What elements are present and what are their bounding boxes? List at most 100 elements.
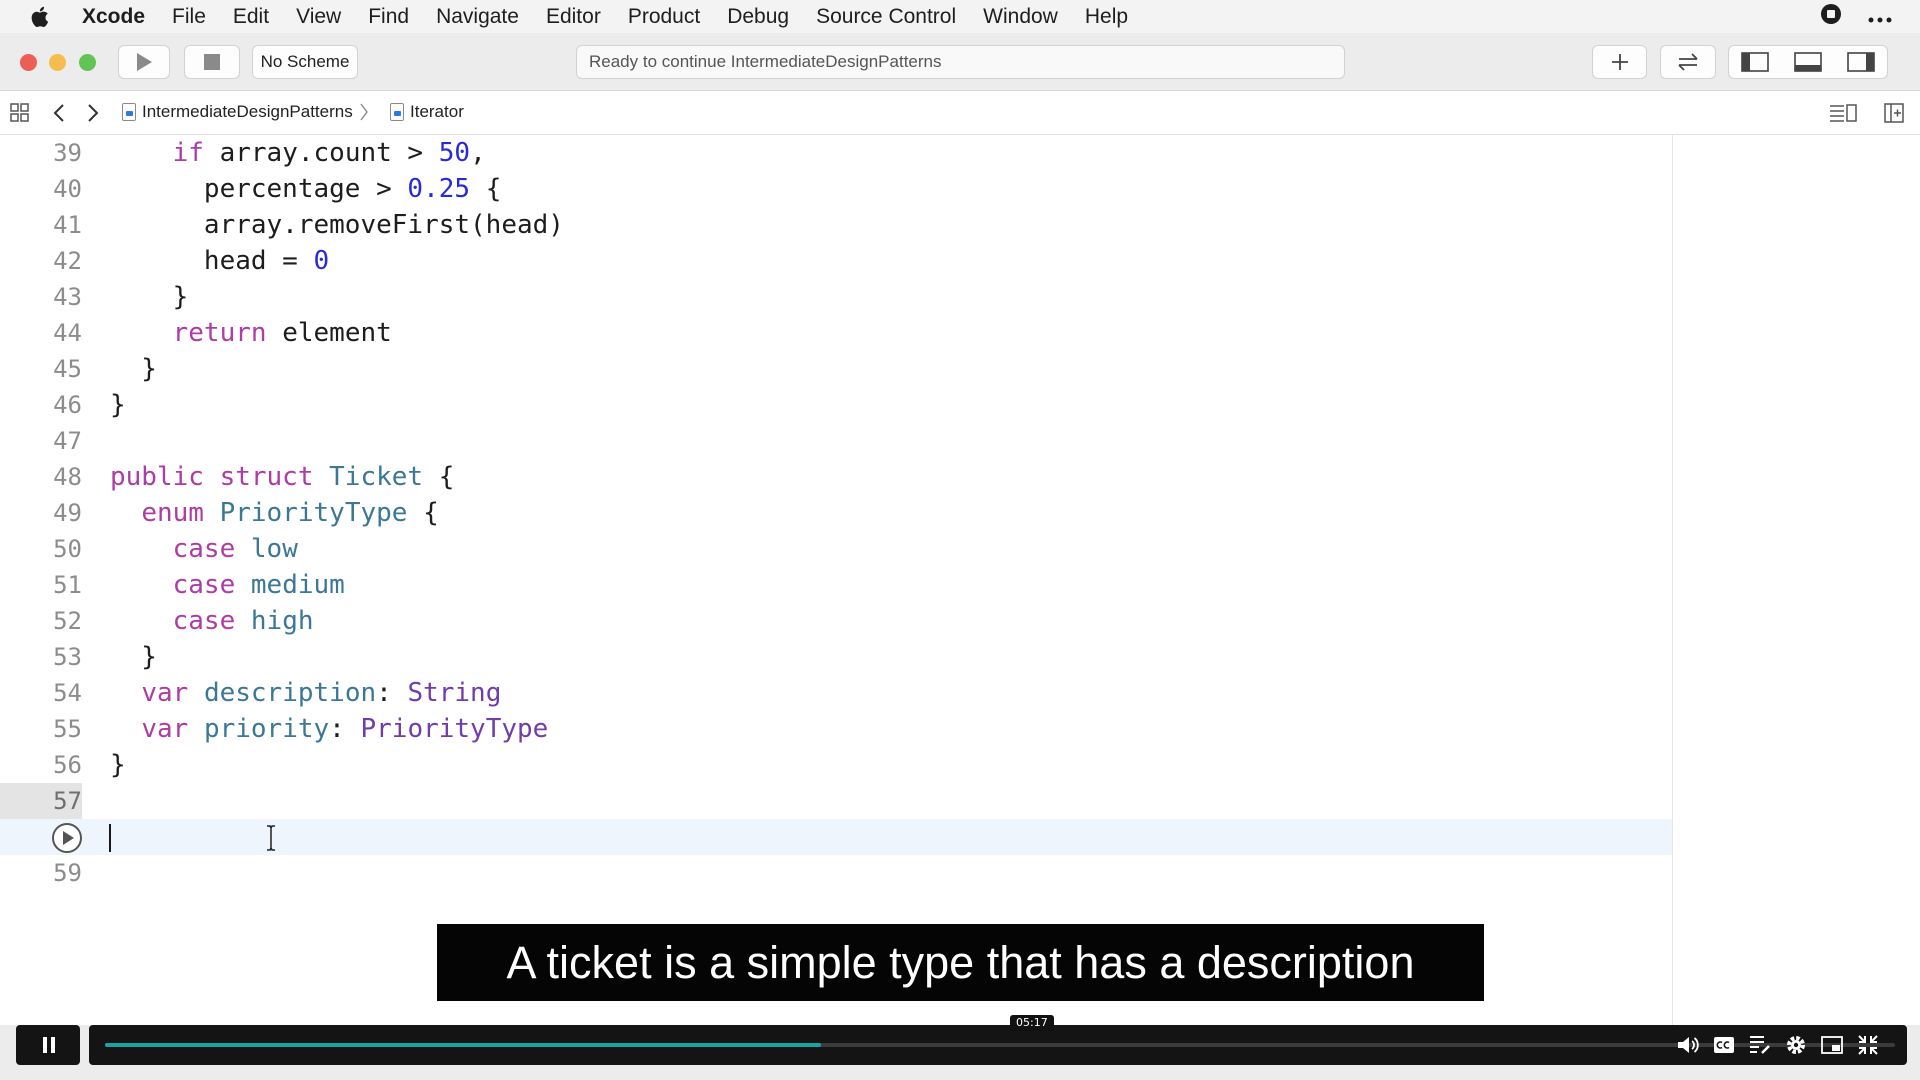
code-text: public struct Ticket { [110,462,455,492]
navigator-toggle-icon[interactable] [1741,52,1770,72]
video-controls: 05:17 [0,1015,1920,1080]
line-number: 45 [53,355,82,383]
breadcrumb-file[interactable]: Iterator [390,102,464,122]
code-review-button[interactable] [1660,45,1716,79]
jump-bar: IntermediateDesignPatterns Iterator [0,91,1920,135]
code-text: } [110,354,157,384]
swift-file-icon [122,103,136,121]
code-line: 53 } [0,639,1672,675]
line-number: 44 [53,319,82,347]
code-line: 52 case high [0,603,1672,639]
code-text: head = 0 [110,246,330,276]
minimap[interactable] [1672,135,1920,1025]
closed-captions-icon[interactable] [1713,1034,1735,1056]
line-number: 39 [53,139,82,167]
code-line: 54 var description: String [0,675,1672,711]
close-window-button[interactable] [20,54,37,71]
editor-options-icon[interactable] [1829,103,1857,128]
forward-chevron-icon[interactable] [86,103,100,128]
code-line: 47 [0,423,1672,459]
breadcrumb-separator-icon [360,103,368,121]
add-editor-icon[interactable] [1884,103,1904,128]
code-text: case high [172,606,314,636]
apple-menu-icon[interactable] [0,6,82,28]
progress-bar[interactable]: 05:17 [89,1015,1907,1065]
panel-toggle-group [1728,45,1888,79]
transcript-icon[interactable] [1749,1034,1771,1056]
activity-status-text: Ready to continue IntermediateDesignPatt… [589,52,942,71]
code-line: 43 } [0,279,1672,315]
code-line: 49 enum PriorityType { [0,495,1672,531]
menu-help[interactable]: Help [1085,5,1128,29]
current-code-line[interactable] [0,819,1672,855]
line-number: 51 [53,571,82,599]
menu-edit[interactable]: Edit [233,5,269,29]
more-options-icon[interactable] [1868,5,1892,29]
source-editor[interactable]: 39 if array.count > 50, 40 percentage > … [0,135,1672,1025]
code-line: 51 case medium [0,567,1672,603]
code-text: case medium [172,570,345,600]
breadcrumb-file-label: Iterator [410,102,464,121]
code-text: } [110,750,126,780]
stop-button[interactable] [184,45,240,79]
code-text: if array.count > 50, [172,138,486,168]
scheme-selector[interactable]: No Scheme [252,45,358,79]
code-line: 48 public struct Ticket { [0,459,1672,495]
code-text: percentage > 0.25 { [110,174,502,204]
pause-button[interactable] [16,1025,80,1065]
code-text: var description: String [141,678,502,708]
menu-product[interactable]: Product [628,5,700,29]
line-number: 52 [53,607,82,635]
inspector-toggle-icon[interactable] [1846,52,1875,72]
window-toolbar: No Scheme Ready to continue Intermediate… [0,33,1920,91]
line-number: 59 [53,859,82,887]
menu-find[interactable]: Find [368,5,409,29]
zoom-window-button[interactable] [79,54,96,71]
picture-in-picture-icon[interactable] [1821,1034,1843,1056]
code-line: 46} [0,387,1672,423]
line-number: 40 [53,175,82,203]
code-line: 55 var priority: PriorityType [0,711,1672,747]
plus-icon [1611,54,1628,70]
line-number: 56 [53,751,82,779]
code-text: array.removeFirst(head) [110,210,564,240]
line-number: 48 [53,463,82,491]
exit-fullscreen-icon[interactable] [1857,1034,1879,1056]
line-number: 57 [0,783,82,819]
screen-record-icon[interactable] [1820,3,1842,31]
run-to-line-icon[interactable] [52,823,82,853]
library-button[interactable] [1592,45,1647,79]
menu-source-control[interactable]: Source Control [816,5,956,29]
swift-file-icon [390,103,404,121]
volume-icon[interactable] [1677,1034,1699,1056]
menu-window[interactable]: Window [983,5,1058,29]
line-number: 47 [53,427,82,455]
debug-area-toggle-icon[interactable] [1794,52,1822,72]
menu-bar: Xcode File Edit View Find Navigate Edito… [0,0,1920,33]
breadcrumb-project[interactable]: IntermediateDesignPatterns [122,102,369,122]
code-text: var priority: PriorityType [141,714,549,744]
back-chevron-icon[interactable] [52,103,66,128]
menu-navigate[interactable]: Navigate [436,5,519,29]
menu-debug[interactable]: Debug [727,5,789,29]
line-number: 43 [53,283,82,311]
code-text: case low [172,534,298,564]
code-line: 41 array.removeFirst(head) [0,207,1672,243]
menu-view[interactable]: View [296,5,341,29]
run-button[interactable] [118,45,170,79]
video-caption: A ticket is a simple type that has a des… [437,924,1484,1001]
progress-track[interactable] [105,1043,1895,1047]
minimize-window-button[interactable] [49,54,66,71]
related-items-icon[interactable] [10,103,30,128]
menu-app-name[interactable]: Xcode [82,5,145,29]
code-text: } [110,642,157,672]
line-number: 53 [53,643,82,671]
settings-gear-icon[interactable] [1785,1034,1807,1056]
line-number: 50 [53,535,82,563]
swap-arrows-icon [1678,53,1698,71]
menu-file[interactable]: File [172,5,206,29]
code-line: 42 head = 0 [0,243,1672,279]
code-line: 56} [0,747,1672,783]
player-icon-group [1677,1025,1879,1065]
menu-editor[interactable]: Editor [546,5,601,29]
